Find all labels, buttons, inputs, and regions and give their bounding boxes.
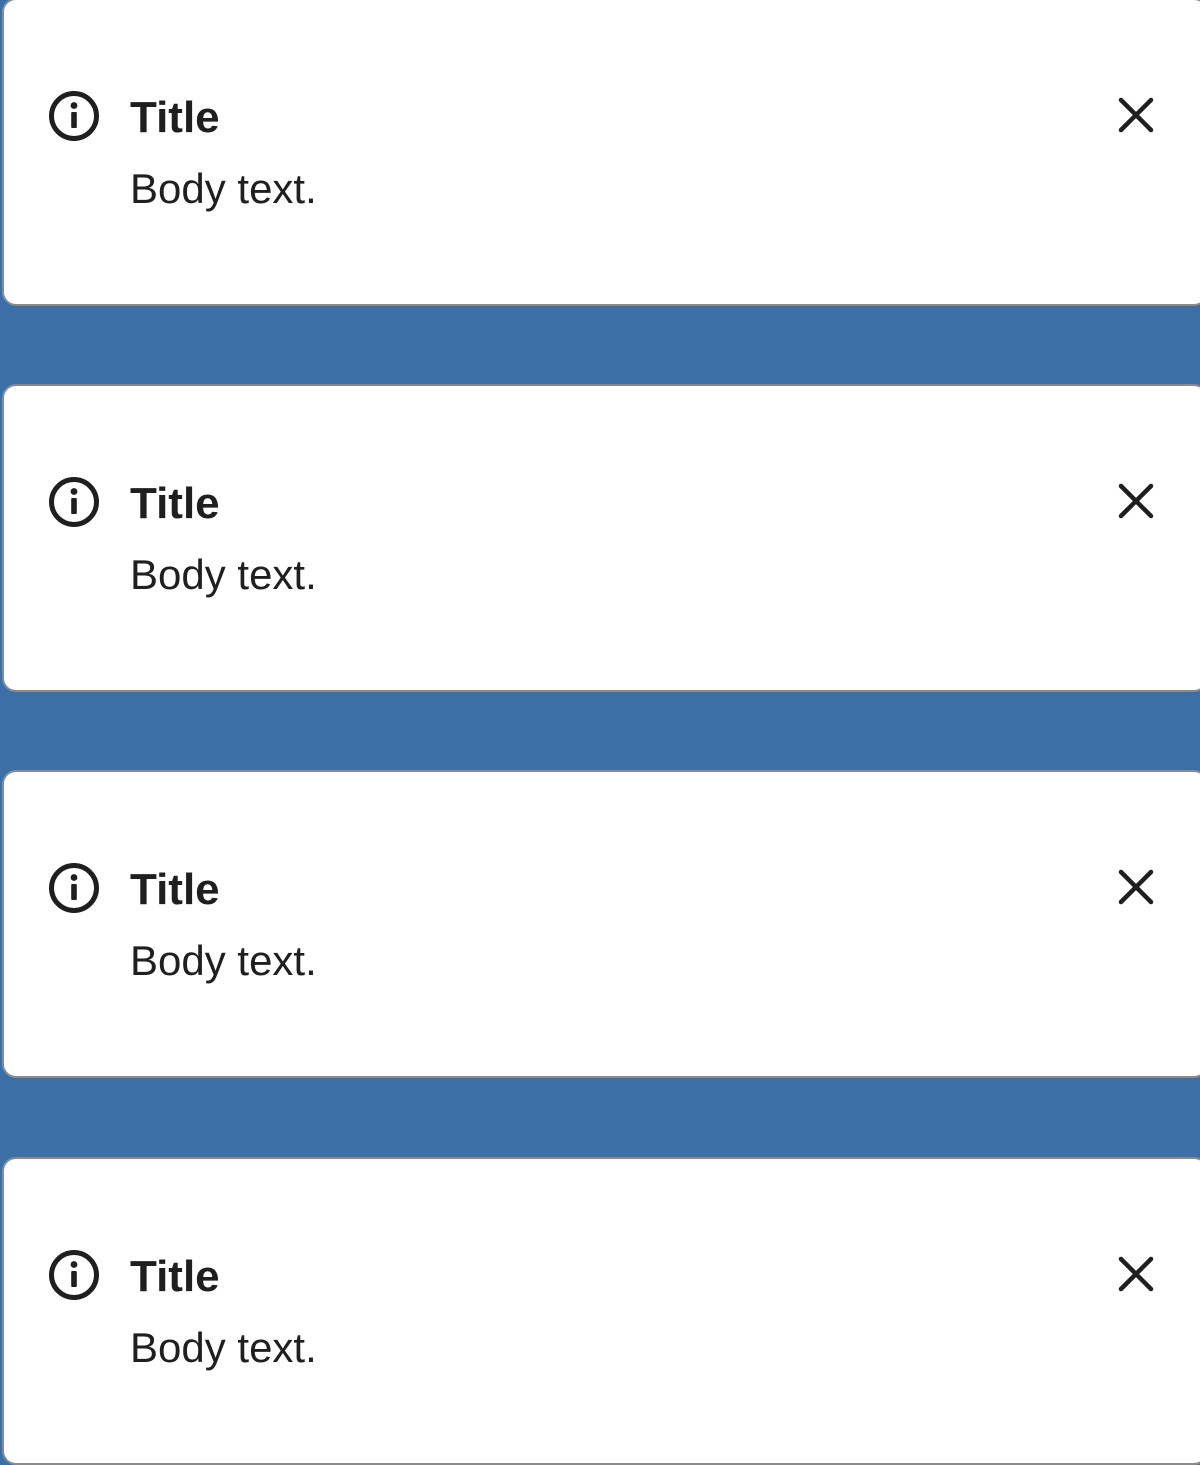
close-button[interactable] (1106, 471, 1166, 531)
info-icon (46, 88, 102, 144)
info-icon (46, 474, 102, 530)
close-icon (1118, 1256, 1154, 1292)
notification-body: Body text. (130, 551, 317, 598)
notification-title: Title (130, 1252, 220, 1301)
info-icon (46, 1247, 102, 1303)
close-button[interactable] (1106, 857, 1166, 917)
notification-card: Title Body text. (2, 1157, 1200, 1465)
close-icon (1118, 483, 1154, 519)
notification-body: Body text. (130, 937, 317, 984)
notification-card: Title Body text. (2, 384, 1200, 692)
notification-title: Title (130, 865, 220, 914)
notification-body: Body text. (130, 165, 317, 212)
notification-body: Body text. (130, 1324, 317, 1371)
close-icon (1118, 97, 1154, 133)
notification-stack: Title Body text. Title Body text. Title … (0, 0, 1200, 1465)
notification-title: Title (130, 479, 220, 528)
notification-title: Title (130, 93, 220, 142)
close-icon (1118, 869, 1154, 905)
close-button[interactable] (1106, 85, 1166, 145)
info-icon (46, 860, 102, 916)
notification-card: Title Body text. (2, 0, 1200, 306)
notification-card: Title Body text. (2, 770, 1200, 1078)
close-button[interactable] (1106, 1244, 1166, 1304)
